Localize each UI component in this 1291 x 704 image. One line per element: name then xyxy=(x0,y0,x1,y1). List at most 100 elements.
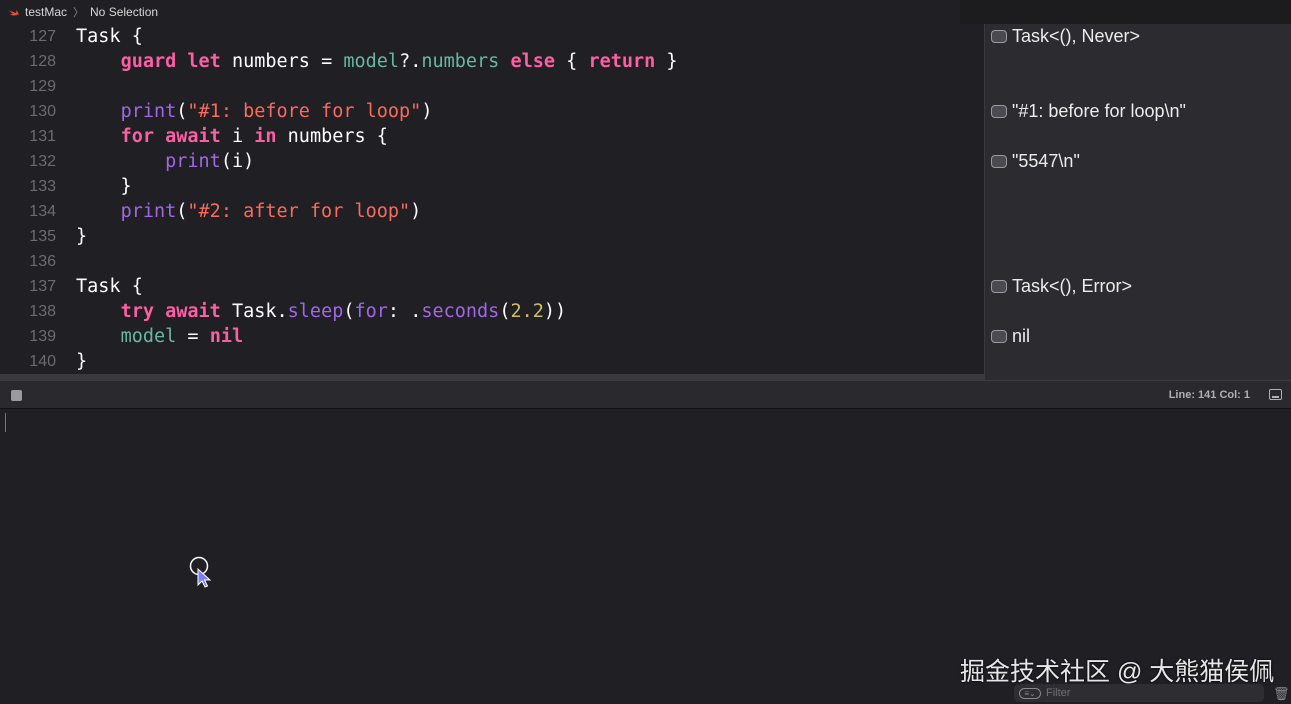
code-text[interactable]: Task { xyxy=(76,276,143,297)
line-number: 135 xyxy=(29,227,56,245)
debug-bar: Line: 141 Col: 1 xyxy=(0,380,1291,409)
code-line[interactable]: 135} xyxy=(0,224,984,249)
code-text[interactable]: print(i) xyxy=(76,151,254,172)
code-text[interactable]: guard let numbers = model?.numbers else … xyxy=(76,51,678,72)
code-line[interactable]: 134 print("#2: after for loop") xyxy=(0,199,984,224)
watermark-text: 掘金技术社区 @ 大熊猫侯佩 xyxy=(960,658,1275,686)
code-token: numbers xyxy=(421,51,500,72)
breadcrumb-project[interactable]: testMac xyxy=(25,5,67,19)
code-token: } xyxy=(76,176,132,197)
code-line[interactable]: 127 Task { xyxy=(0,24,984,49)
code-token: (i) xyxy=(220,151,255,172)
text-cursor xyxy=(5,413,6,432)
code-token: print xyxy=(120,201,177,222)
quick-look-icon[interactable] xyxy=(991,279,1007,293)
code-line[interactable]: 133 } xyxy=(0,174,984,199)
code-line[interactable]: 130 print("#1: before for loop") xyxy=(0,99,984,124)
result-item[interactable]: Task<(), Never> xyxy=(991,24,1140,48)
code-text[interactable]: Task { xyxy=(76,26,143,47)
line-number: 130 xyxy=(29,102,56,120)
hide-debug-area-icon[interactable] xyxy=(1269,389,1282,400)
result-text: nil xyxy=(1012,325,1031,346)
code-line[interactable]: 139 model = nil xyxy=(0,324,984,349)
stop-button[interactable] xyxy=(11,390,22,401)
quick-look-icon[interactable] xyxy=(991,29,1007,43)
code-token: numbers { xyxy=(276,126,388,147)
filter-input[interactable] xyxy=(1046,687,1246,699)
code-text[interactable]: try await Task.sleep(for: .seconds(2.2)) xyxy=(76,301,567,322)
code-text[interactable]: for await i in numbers { xyxy=(76,126,388,147)
code-token: ) xyxy=(421,101,433,122)
code-token: else xyxy=(510,51,556,72)
code-line[interactable]: 138 try await Task.sleep(for: .seconds(2… xyxy=(0,299,984,324)
code-token: } xyxy=(76,351,88,372)
code-token: } xyxy=(76,226,88,247)
code-token: await xyxy=(165,301,221,322)
line-number: 140 xyxy=(29,352,56,370)
code-token: ?. xyxy=(399,51,422,72)
code-token: for xyxy=(354,301,388,322)
code-token: numbers = xyxy=(220,51,344,72)
filter-icon[interactable]: ≡⌄ xyxy=(1019,687,1041,699)
line-number: 133 xyxy=(29,177,56,195)
code-line[interactable]: 140} xyxy=(0,349,984,374)
code-token: in xyxy=(254,126,277,147)
swift-icon xyxy=(9,9,19,16)
code-text[interactable]: } xyxy=(76,351,87,372)
code-line[interactable]: 131 for await i in numbers { xyxy=(0,124,984,149)
code-token: sleep xyxy=(287,301,344,322)
code-token: { xyxy=(120,26,143,47)
code-token: ( xyxy=(343,301,355,322)
code-text[interactable]: } xyxy=(76,176,132,197)
console-filter[interactable]: ≡⌄ xyxy=(1014,684,1264,702)
quick-look-icon[interactable] xyxy=(991,104,1007,118)
result-item[interactable]: "5547\n" xyxy=(991,149,1080,173)
code-line[interactable]: 128 guard let numbers = model?.numbers e… xyxy=(0,49,984,74)
code-token: : . xyxy=(387,301,422,322)
code-text[interactable]: } xyxy=(76,226,87,247)
code-token: print xyxy=(120,101,177,122)
code-text[interactable]: print("#1: before for loop") xyxy=(76,101,433,122)
breadcrumb-selection[interactable]: No Selection xyxy=(90,5,158,19)
line-number: 129 xyxy=(29,77,56,95)
code-token: ) xyxy=(410,201,422,222)
result-item[interactable]: Task<(), Error> xyxy=(991,274,1132,298)
code-token: let xyxy=(187,51,221,72)
code-text[interactable]: print("#2: after for loop") xyxy=(76,201,422,222)
line-number: 127 xyxy=(29,27,56,45)
result-text: Task<(), Never> xyxy=(1012,25,1141,46)
code-token: Task. xyxy=(220,301,288,322)
code-line[interactable]: 137 Task { xyxy=(0,274,984,299)
result-item[interactable]: nil xyxy=(991,324,1030,348)
quick-look-icon[interactable] xyxy=(991,154,1007,168)
code-line[interactable]: 129 xyxy=(0,74,984,99)
code-text[interactable]: model = nil xyxy=(76,326,244,347)
code-token: await xyxy=(165,126,221,147)
code-token: print xyxy=(165,151,221,172)
code-token: guard xyxy=(120,51,177,72)
code-editor[interactable]: 127 Task {128 guard let numbers = model?.… xyxy=(0,24,984,374)
line-number: 139 xyxy=(29,327,56,345)
result-text: "#1: before for loop\n" xyxy=(1012,100,1186,121)
code-line[interactable]: 132 print(i) xyxy=(0,149,984,174)
code-token: model xyxy=(120,326,177,347)
result-text: "5547\n" xyxy=(1012,150,1080,171)
result-item[interactable]: "#1: before for loop\n" xyxy=(991,99,1186,123)
window-toolbar-area xyxy=(960,0,1291,24)
code-token: ( xyxy=(176,201,188,222)
trash-icon[interactable]: 🗑 xyxy=(1273,686,1290,702)
line-number: 136 xyxy=(29,252,56,270)
line-column-indicator: Line: 141 Col: 1 xyxy=(1168,389,1250,401)
code-token: nil xyxy=(209,326,244,347)
code-token: i xyxy=(220,126,255,147)
code-line[interactable]: 136 xyxy=(0,249,984,274)
quick-look-icon[interactable] xyxy=(991,329,1007,343)
code-token: } xyxy=(655,51,678,72)
line-number: 138 xyxy=(29,302,56,320)
